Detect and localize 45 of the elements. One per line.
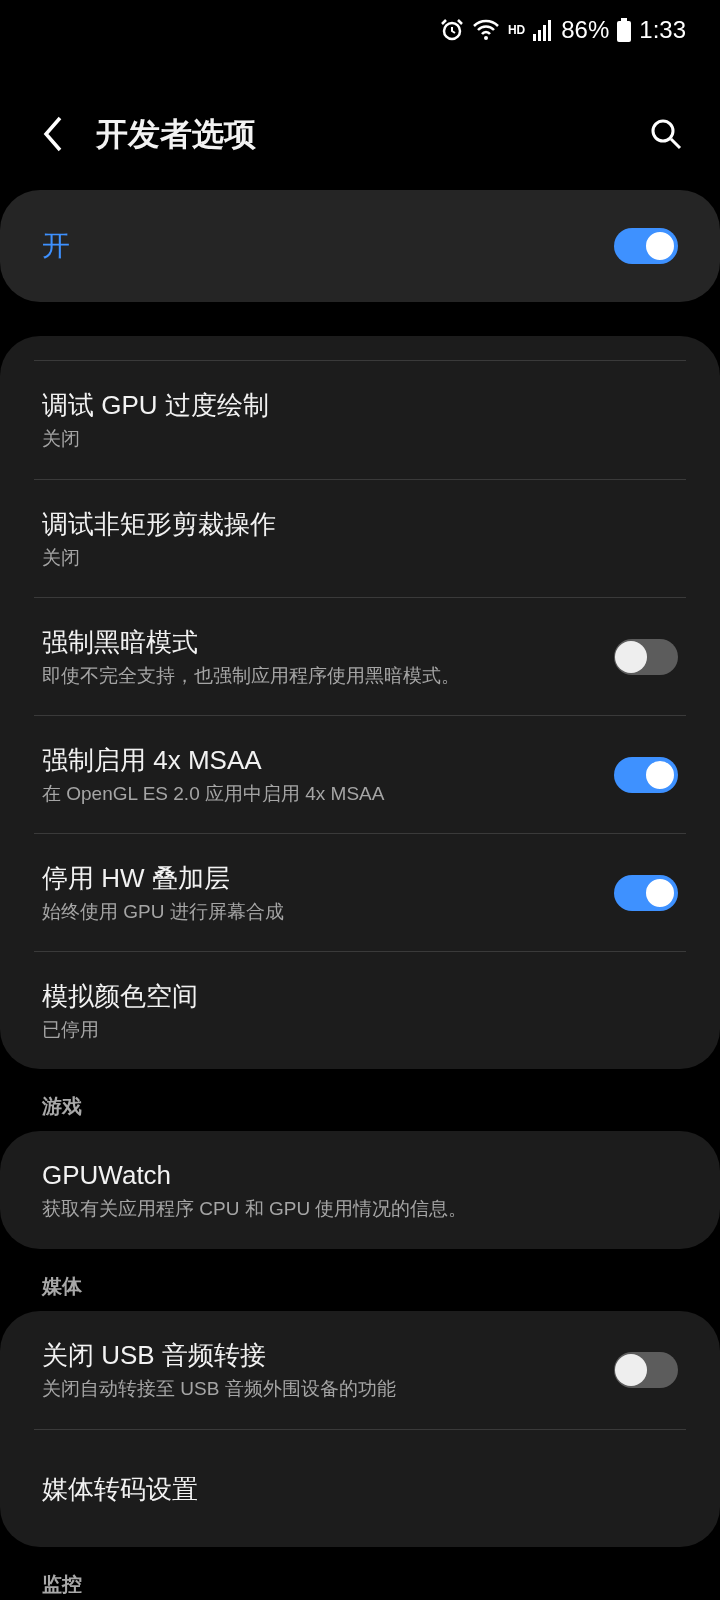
setting-description: 关闭自动转接至 USB 音频外围设备的功能 — [42, 1377, 397, 1401]
battery-percentage: 86% — [561, 15, 610, 45]
setting-row[interactable]: 模拟颜色空间 已停用 — [34, 951, 686, 1069]
setting-description: 即使不完全支持，也强制应用程序使用黑暗模式。 — [42, 663, 461, 688]
setting-title: 模拟颜色空间 — [42, 979, 199, 1013]
setting-row[interactable]: 媒体转码设置 — [34, 1429, 686, 1547]
toggle-switch[interactable] — [614, 874, 678, 911]
toggle-switch[interactable] — [614, 228, 678, 264]
toggle-switch[interactable] — [614, 1352, 678, 1388]
section-heading: 游戏 — [41, 1094, 83, 1119]
back-icon[interactable] — [42, 116, 64, 152]
setting-row[interactable]: 强制黑暗模式 即使不完全支持，也强制应用程序使用黑暗模式。 — [34, 597, 686, 715]
page-title: 开发者选项 — [96, 115, 257, 154]
wifi-icon — [471, 18, 500, 42]
setting-title: 强制启用 4x MSAA — [42, 743, 263, 777]
setting-title: 停用 HW 叠加层 — [42, 861, 231, 895]
setting-description: 始终使用 GPU 进行屏幕合成 — [42, 899, 285, 924]
toggle-switch[interactable] — [614, 756, 678, 793]
setting-title: 媒体转码设置 — [42, 1472, 199, 1506]
setting-title: 调试非矩形剪裁操作 — [42, 507, 277, 541]
setting-title: 调试 GPU 过度绘制 — [42, 389, 270, 422]
section-heading: 媒体 — [40, 1274, 83, 1299]
setting-row[interactable]: 关闭 USB 音频转接 关闭自动转接至 USB 音频外围设备的功能 — [34, 1311, 686, 1429]
search-icon[interactable] — [650, 118, 682, 150]
setting-description: 关闭 — [42, 427, 81, 451]
setting-description: 获取有关应用程序 CPU 和 GPU 使用情况的信息。 — [42, 1197, 469, 1221]
setting-description: 已停用 — [42, 1017, 100, 1042]
setting-row[interactable]: GPUWatch 获取有关应用程序 CPU 和 GPU 使用情况的信息。 — [34, 1131, 686, 1249]
setting-title: 关闭 USB 音频转接 — [42, 1339, 267, 1372]
master-switch-label: 开 — [42, 229, 70, 263]
alarm-icon — [439, 18, 464, 42]
toggle-switch[interactable] — [614, 638, 678, 675]
section-heading: 监控 — [41, 1572, 83, 1597]
setting-row[interactable]: 调试 GPU 过度绘制 关闭 — [34, 361, 686, 479]
setting-row[interactable]: 强制启用 4x MSAA 在 OpenGL ES 2.0 应用中启用 4x MSAA — [34, 715, 686, 833]
hd-label: HD — [507, 22, 526, 39]
signal-icon — [533, 19, 554, 41]
setting-title: 强制黑暗模式 — [42, 625, 199, 659]
setting-title: GPUWatch — [42, 1159, 173, 1192]
setting-description: 关闭 — [42, 545, 81, 570]
setting-row[interactable]: 停用 HW 叠加层 始终使用 GPU 进行屏幕合成 — [34, 833, 686, 951]
setting-description: 在 OpenGL ES 2.0 应用中启用 4x MSAA — [42, 781, 386, 806]
clock-time: 1:33 — [639, 15, 686, 45]
setting-row[interactable]: 调试非矩形剪裁操作 关闭 — [34, 479, 686, 597]
battery-icon — [617, 18, 632, 42]
